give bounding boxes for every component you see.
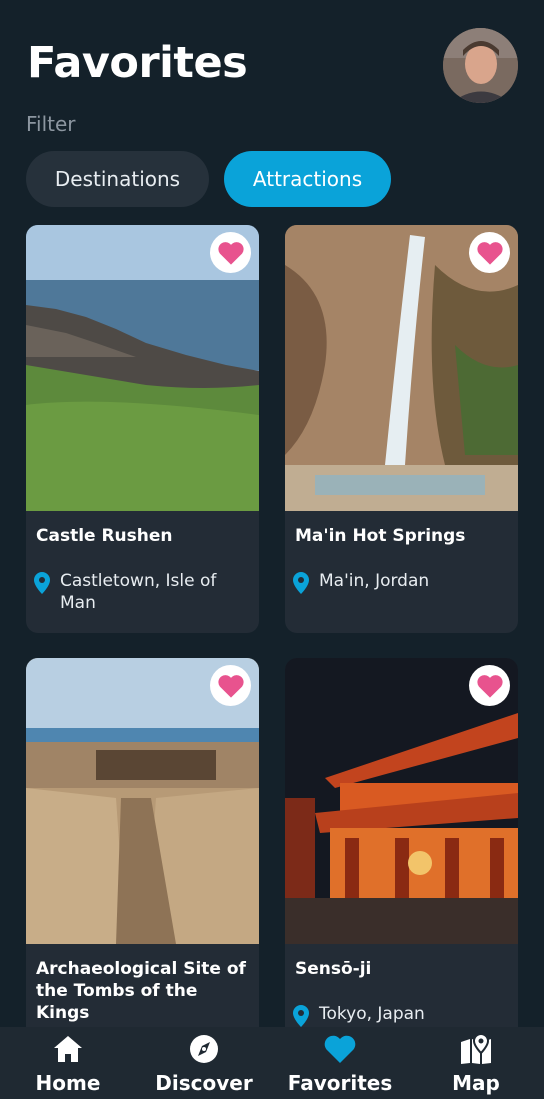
attraction-card[interactable]: Castle Rushen Castletown, Isle of Man: [26, 225, 259, 633]
heart-icon: [476, 241, 503, 265]
nav-discover-label: Discover: [155, 1071, 253, 1095]
location-pin-icon: [293, 572, 309, 594]
card-title: Sensō-ji: [295, 959, 372, 979]
home-icon: [54, 1036, 82, 1062]
location-pin-icon: [34, 572, 50, 594]
heart-icon: [217, 241, 244, 265]
page-title: Favorites: [27, 38, 248, 88]
bottom-nav: Home Discover Favorites Map: [0, 1027, 544, 1099]
card-location: Ma'in, Jordan: [293, 570, 513, 594]
nav-map[interactable]: Map: [408, 1027, 544, 1099]
filter-label: Filter: [26, 112, 76, 136]
favorite-button[interactable]: [210, 232, 251, 273]
chip-attractions[interactable]: Attractions: [224, 151, 391, 207]
nav-home-label: Home: [35, 1071, 101, 1095]
favorite-button[interactable]: [469, 665, 510, 706]
card-title: Castle Rushen: [36, 526, 173, 546]
map-icon: [461, 1033, 491, 1064]
card-title: Ma'in Hot Springs: [295, 526, 466, 546]
nav-favorites[interactable]: Favorites: [272, 1027, 408, 1099]
heart-icon: [476, 674, 503, 698]
nav-map-label: Map: [452, 1071, 500, 1095]
card-location: Castletown, Isle of Man: [34, 570, 254, 614]
favorite-button[interactable]: [210, 665, 251, 706]
attraction-card[interactable]: Ma'in Hot Springs Ma'in, Jordan: [285, 225, 518, 633]
nav-discover[interactable]: Discover: [136, 1027, 272, 1099]
favorite-button[interactable]: [469, 232, 510, 273]
heart-icon: [324, 1035, 356, 1063]
nav-home[interactable]: Home: [0, 1027, 136, 1099]
attraction-card[interactable]: Archaeological Site of the Tombs of the …: [26, 658, 259, 1058]
card-title: Archaeological Site of the Tombs of the …: [36, 959, 246, 1023]
location-text: Tokyo, Japan: [319, 1004, 425, 1024]
location-text: Ma'in, Jordan: [319, 571, 430, 591]
card-location: Tokyo, Japan: [293, 1003, 513, 1027]
chip-destinations[interactable]: Destinations: [26, 151, 209, 207]
attraction-card[interactable]: Sensō-ji Tokyo, Japan: [285, 658, 518, 1058]
location-text: Castletown, Isle of Man: [60, 571, 217, 613]
compass-icon: [190, 1035, 218, 1063]
heart-icon: [217, 674, 244, 698]
nav-favorites-label: Favorites: [287, 1071, 393, 1095]
header: Favorites: [0, 0, 544, 110]
location-pin-icon: [293, 1005, 309, 1027]
avatar[interactable]: [443, 28, 518, 103]
